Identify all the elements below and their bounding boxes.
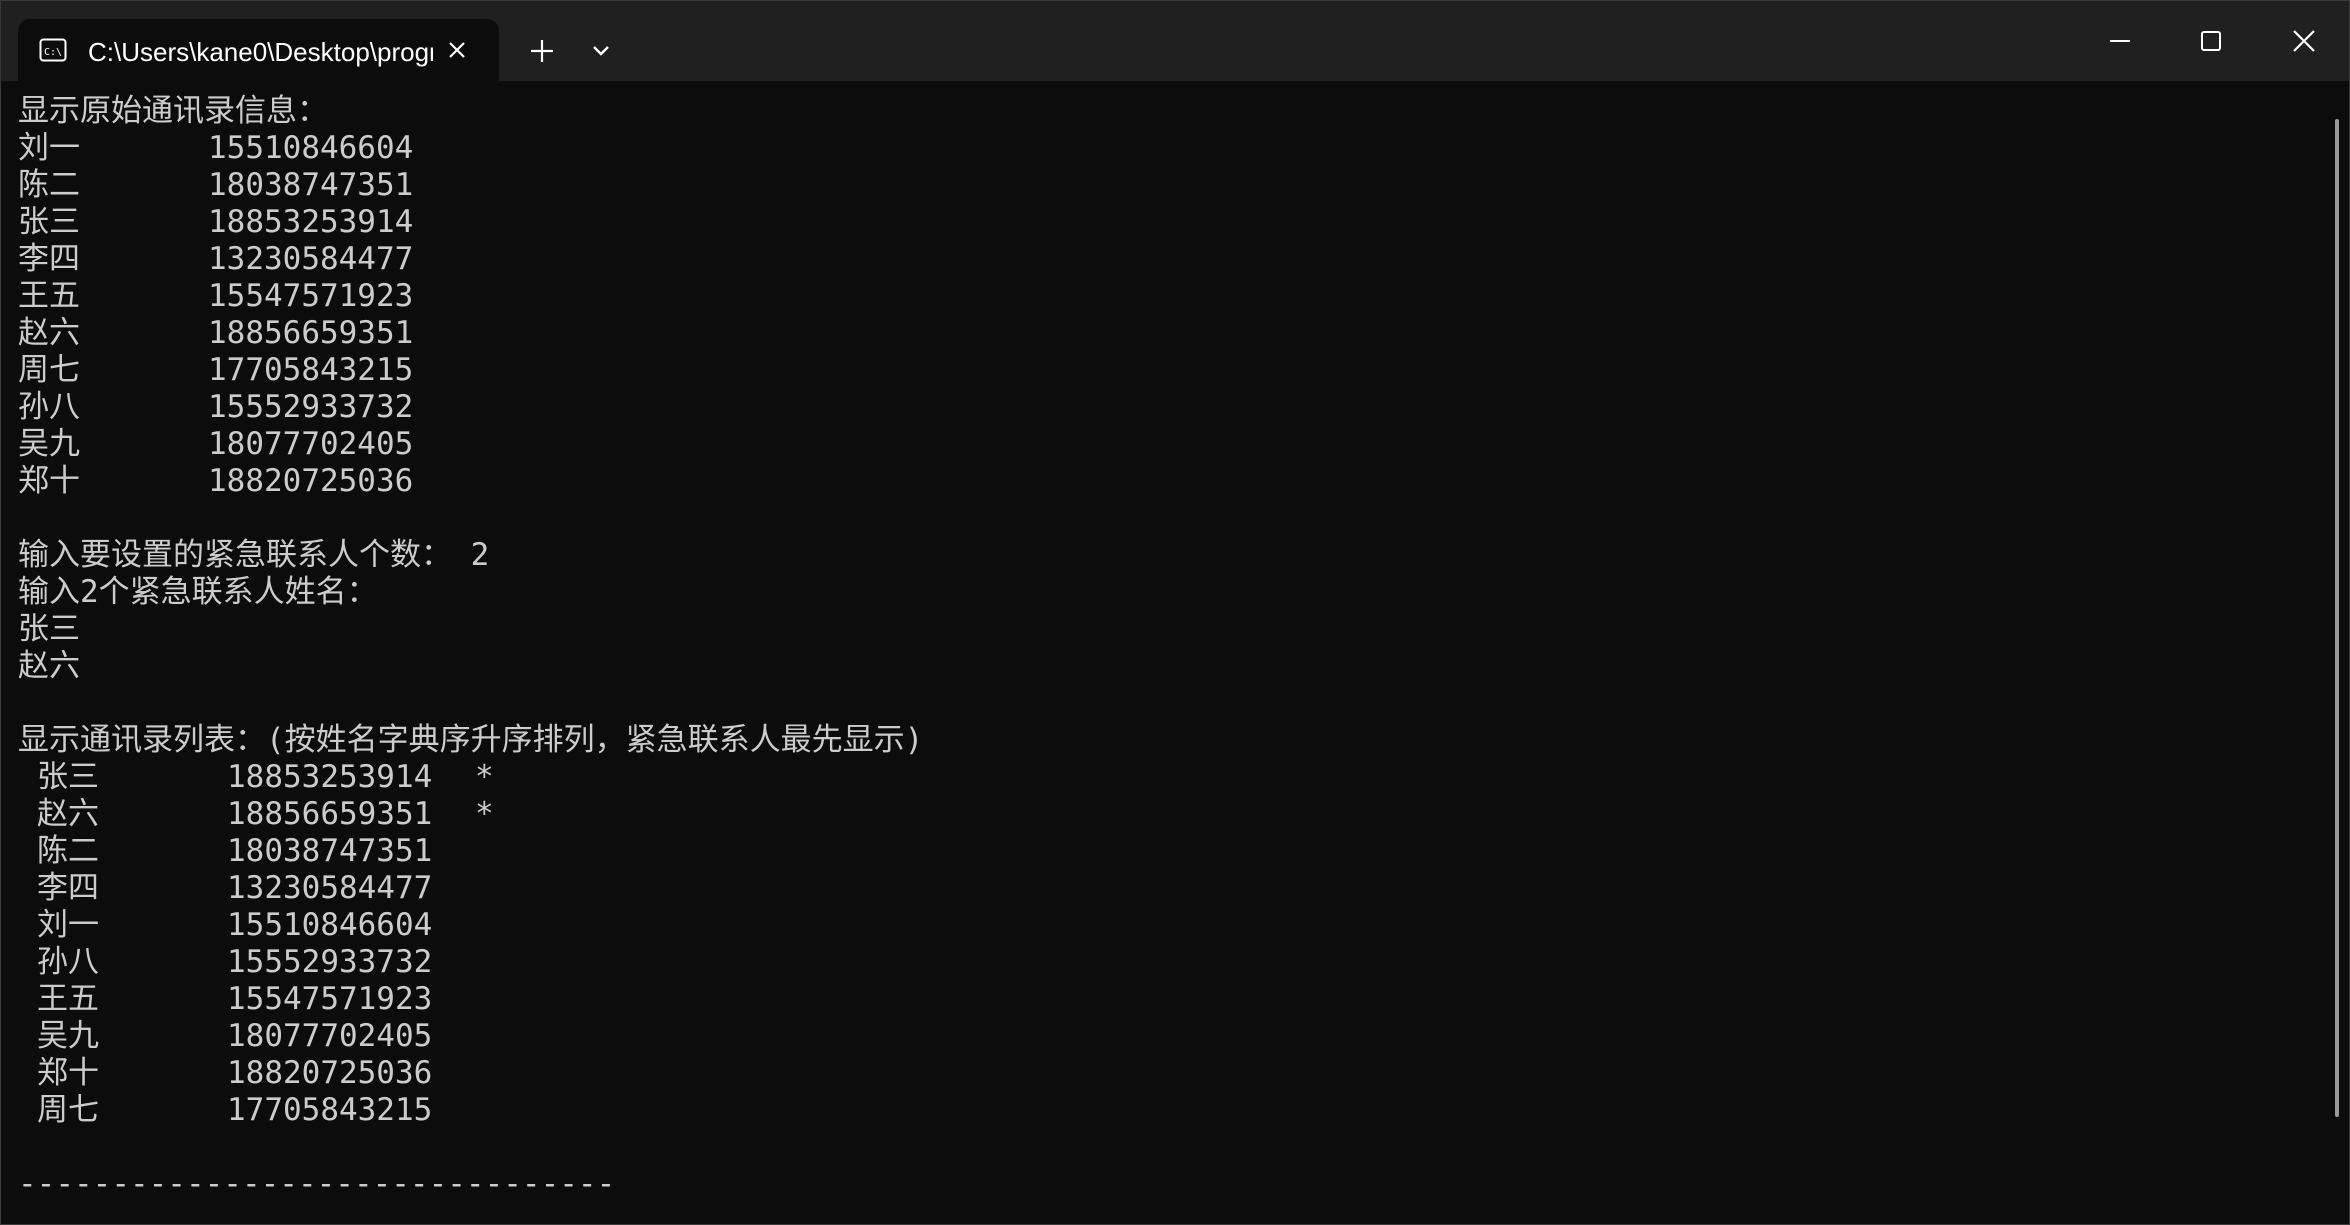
contact-row: 李四 13230584477 xyxy=(18,241,2318,278)
contact-phone: 18038747351 xyxy=(227,833,433,869)
contact-row: 孙八 15552933732 xyxy=(18,389,2318,426)
contact-phone: 15510846604 xyxy=(227,907,433,943)
sorted-header: 显示通讯录列表：(按姓名字典序升序排列，紧急联系人最先显示) xyxy=(18,722,924,758)
contact-name: 赵六 xyxy=(18,315,80,351)
sorted-row: 张三 18853253914 * xyxy=(18,759,2318,796)
contact-phone: 18820725036 xyxy=(227,1055,433,1091)
names-prompt: 输入2个紧急联系人姓名： xyxy=(18,574,378,610)
close-window-icon[interactable] xyxy=(2284,21,2324,61)
contact-phone: 18077702405 xyxy=(227,1018,433,1054)
contact-name: 郑十 xyxy=(37,1055,99,1091)
vertical-scrollbar[interactable] xyxy=(2335,119,2339,1117)
contact-name: 王五 xyxy=(18,278,80,314)
contact-phone: 18856659351 xyxy=(227,796,433,832)
terminal-tab[interactable]: C:\ C:\Users\kane0\Desktop\program\kane0… xyxy=(18,19,499,81)
sorted-row: 郑十 18820725036 xyxy=(18,1055,2318,1092)
count-input: 2 xyxy=(470,537,490,573)
contact-row: 周七 17705843215 xyxy=(18,352,2318,389)
title-bar: C:\ C:\Users\kane0\Desktop\program\kane0… xyxy=(1,1,2349,81)
contact-phone: 15547571923 xyxy=(208,278,414,314)
entered-name: 赵六 xyxy=(18,648,80,684)
chevron-down-icon[interactable] xyxy=(584,37,618,65)
contact-phone: 13230584477 xyxy=(208,241,414,277)
contact-phone: 18853253914 xyxy=(208,204,414,240)
emergency-mark: * xyxy=(475,759,494,795)
contact-phone: 18856659351 xyxy=(208,315,414,351)
contact-name: 李四 xyxy=(37,870,99,906)
contact-name: 刘一 xyxy=(18,130,80,166)
contact-row: 郑十 18820725036 xyxy=(18,463,2318,500)
close-tab-icon[interactable] xyxy=(443,36,471,64)
contact-name: 李四 xyxy=(18,241,80,277)
contact-row: 王五 15547571923 xyxy=(18,278,2318,315)
sorted-row: 孙八 15552933732 xyxy=(18,944,2318,981)
contact-name: 陈二 xyxy=(18,167,80,203)
terminal-icon: C:\ xyxy=(39,38,67,62)
contact-phone: 15552933732 xyxy=(208,389,414,425)
contact-phone: 15510846604 xyxy=(208,130,414,166)
minimize-icon[interactable] xyxy=(2100,21,2140,61)
count-prompt-line: 输入要设置的紧急联系人个数： 2 xyxy=(18,537,2318,574)
svg-text:C:\: C:\ xyxy=(44,47,62,58)
original-header: 显示原始通讯录信息： xyxy=(18,93,328,129)
contact-row: 张三 18853253914 xyxy=(18,204,2318,241)
contact-phone: 15547571923 xyxy=(227,981,433,1017)
sorted-row: 王五 15547571923 xyxy=(18,981,2318,1018)
contact-row: 刘一 15510846604 xyxy=(18,130,2318,167)
terminal-window: C:\ C:\Users\kane0\Desktop\program\kane0… xyxy=(0,0,2350,1225)
sorted-contact-list: 张三 18853253914 * 赵六 18856659351 * 陈二 18038747… xyxy=(18,759,2318,1129)
separator-line: -------------------------------- xyxy=(18,1166,616,1202)
sorted-row: 刘一 15510846604 xyxy=(18,907,2318,944)
sorted-row: 陈二 18038747351 xyxy=(18,833,2318,870)
contact-name: 陈二 xyxy=(37,833,99,869)
contact-phone: 13230584477 xyxy=(227,870,433,906)
contact-phone: 17705843215 xyxy=(208,352,414,388)
maximize-icon[interactable] xyxy=(2191,21,2231,61)
contact-name: 王五 xyxy=(37,981,99,1017)
contact-phone: 18077702405 xyxy=(208,426,414,462)
contact-name: 周七 xyxy=(18,352,80,388)
contact-phone: 18853253914 xyxy=(227,759,433,795)
contact-phone: 17705843215 xyxy=(227,1092,433,1128)
contact-name: 张三 xyxy=(18,204,80,240)
new-tab-icon[interactable] xyxy=(525,34,559,68)
tab-title: C:\Users\kane0\Desktop\program\kane0.exe xyxy=(88,37,433,67)
contact-phone: 18820725036 xyxy=(208,463,414,499)
contact-name: 郑十 xyxy=(18,463,80,499)
contact-name: 吴九 xyxy=(37,1018,99,1054)
contact-name: 张三 xyxy=(37,759,99,795)
emergency-mark: * xyxy=(475,796,494,832)
sorted-row: 李四 13230584477 xyxy=(18,870,2318,907)
original-contact-list: 刘一 15510846604 陈二 18038747351 张三 1885325391… xyxy=(18,130,2318,500)
sorted-row: 吴九 18077702405 xyxy=(18,1018,2318,1055)
contact-phone: 15552933732 xyxy=(227,944,433,980)
count-prompt: 输入要设置的紧急联系人个数： xyxy=(18,537,452,573)
contact-row: 赵六 18856659351 xyxy=(18,315,2318,352)
contact-row: 陈二 18038747351 xyxy=(18,167,2318,204)
entered-name: 张三 xyxy=(18,611,80,647)
sorted-row: 周七 17705843215 xyxy=(18,1092,2318,1129)
contact-name: 周七 xyxy=(37,1092,99,1128)
contact-name: 赵六 xyxy=(37,796,99,832)
contact-phone: 18038747351 xyxy=(208,167,414,203)
sorted-row: 赵六 18856659351 * xyxy=(18,796,2318,833)
contact-name: 孙八 xyxy=(37,944,99,980)
contact-name: 刘一 xyxy=(37,907,99,943)
contact-name: 孙八 xyxy=(18,389,80,425)
console-output[interactable]: 显示原始通讯录信息： 刘一 15510846604 陈二 18038747351 张… xyxy=(18,93,2318,1218)
contact-row: 吴九 18077702405 xyxy=(18,426,2318,463)
contact-name: 吴九 xyxy=(18,426,80,462)
